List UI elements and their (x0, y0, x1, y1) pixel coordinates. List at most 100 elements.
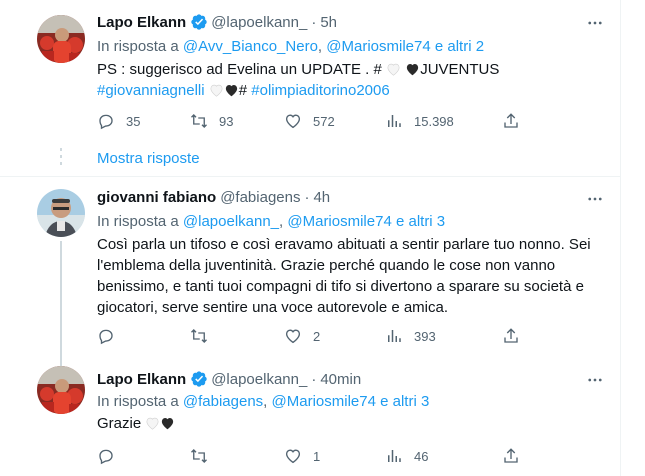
white-heart-icon (146, 417, 159, 430)
like-button[interactable]: 1 (284, 446, 320, 466)
tweet-3[interactable]: Lapo Elkann @lapoelkann_ · 40min In risp… (0, 354, 620, 476)
views-icon (388, 115, 401, 127)
reply-icon (99, 329, 113, 345)
retweet-icon (191, 449, 207, 463)
display-name[interactable]: giovanni fabiano (97, 189, 216, 206)
reply-context: In risposta a @lapoelkann_, @Mariosmile7… (97, 213, 446, 230)
white-heart-icon (210, 84, 223, 97)
retweet-icon (191, 114, 207, 128)
like-icon (285, 329, 301, 344)
more-icon[interactable] (583, 13, 607, 33)
share-icon (504, 113, 518, 128)
avatar[interactable] (37, 366, 85, 414)
like-icon (285, 114, 301, 129)
user-handle[interactable]: @lapoelkann_ (211, 14, 307, 31)
share-button[interactable] (502, 446, 520, 466)
tweet-text-line: giocatori, serve sentire una voce autore… (97, 299, 449, 316)
more-icon[interactable] (583, 189, 607, 209)
more-icon[interactable] (583, 370, 607, 390)
display-name[interactable]: Lapo Elkann (97, 371, 186, 388)
retweet-button[interactable] (190, 446, 208, 466)
views-count: 15.398 (414, 113, 454, 129)
tweet-header: Lapo Elkann @lapoelkann_ · 40min (97, 370, 361, 388)
timeline: Lapo Elkann @lapoelkann_ · 5h In rispost… (0, 0, 645, 476)
avatar[interactable] (37, 15, 85, 63)
like-count: 1 (313, 448, 321, 464)
retweet-count: 93 (219, 113, 234, 129)
tweet-text: Così parla un tifoso e così eravamo abit… (97, 234, 607, 318)
tweet-text: Grazie (97, 413, 607, 434)
reply-mention[interactable]: @Mariosmile74 e altri 2 (326, 38, 484, 55)
timestamp[interactable]: 5h (320, 14, 337, 31)
retweet-button[interactable] (190, 326, 208, 346)
reply-prefix: In risposta a (97, 38, 179, 55)
views-icon (388, 330, 401, 342)
avatar[interactable] (37, 189, 85, 237)
reply-mention[interactable]: @Avv_Bianco_Nero (183, 38, 318, 55)
tweet-header: Lapo Elkann @lapoelkann_ · 5h (97, 13, 337, 31)
hashtag-link[interactable]: #giovanniagnelli (97, 82, 205, 99)
separator: · (311, 370, 317, 388)
show-replies-link[interactable]: Mostra risposte (97, 150, 200, 167)
tweet-actions: 1 46 (97, 446, 527, 466)
tweet-text-line: benissimo, e tanti tuoi compagni di tifo… (97, 278, 584, 295)
retweet-icon (191, 329, 207, 343)
tweet-text-part: JUVENTUS (420, 61, 500, 78)
reply-context: In risposta a @fabiagens, @Mariosmile74 … (97, 393, 430, 410)
black-heart-icon (225, 85, 237, 97)
tweet-text-line: l'emblema della juventinità. Grazie perc… (97, 257, 556, 274)
timestamp[interactable]: 40min (320, 371, 361, 388)
black-heart-icon (407, 64, 419, 76)
user-handle[interactable]: @fabiagens (220, 189, 300, 206)
timestamp[interactable]: 4h (313, 189, 330, 206)
tweet-1[interactable]: Lapo Elkann @lapoelkann_ · 5h In rispost… (0, 0, 620, 143)
reply-mention[interactable]: @Mariosmile74 e altri 3 (272, 393, 430, 410)
tweet-text-part: # (238, 82, 248, 99)
tweet-text-part: Grazie (97, 415, 142, 432)
tweet-actions: 35 93 572 15.398 (97, 111, 527, 131)
share-icon (504, 328, 518, 343)
like-button[interactable]: 572 (284, 111, 335, 131)
tweet-header: giovanni fabiano @fabiagens · 4h (97, 189, 330, 206)
views-button[interactable]: 393 (385, 326, 436, 346)
verified-badge-icon (190, 370, 208, 388)
reply-button[interactable]: 35 (97, 111, 140, 131)
display-name[interactable]: Lapo Elkann (97, 14, 186, 31)
user-handle[interactable]: @lapoelkann_ (211, 371, 307, 388)
tweet-text: PS : suggerisco ad Evelina un UPDATE . #… (97, 59, 607, 101)
black-heart-icon (162, 418, 174, 430)
thread-connector (60, 148, 62, 169)
views-count: 393 (414, 328, 436, 344)
reply-mention[interactable]: @lapoelkann_ (183, 213, 279, 230)
views-icon (388, 450, 401, 462)
reply-icon (99, 114, 113, 130)
reply-mention[interactable]: @fabiagens (183, 393, 263, 410)
tweet-text-part: PS : suggerisco ad Evelina un UPDATE . # (97, 61, 382, 78)
views-count: 46 (414, 448, 429, 464)
hashtag-link[interactable]: #olimpiaditorino2006 (251, 82, 389, 99)
reply-icon (99, 449, 113, 465)
reply-prefix: In risposta a (97, 213, 179, 230)
separator: · (311, 13, 317, 31)
share-button[interactable] (502, 111, 520, 131)
like-count: 572 (313, 113, 335, 129)
column-border (620, 0, 621, 476)
tweet-2[interactable]: giovanni fabiano @fabiagens · 4h In risp… (0, 177, 620, 366)
reply-prefix: In risposta a (97, 393, 179, 410)
share-button[interactable] (502, 326, 520, 346)
thread-line (60, 241, 62, 366)
views-button[interactable]: 46 (385, 446, 428, 466)
reply-button[interactable] (97, 326, 115, 346)
reply-button[interactable] (97, 446, 115, 466)
tweet-actions: 2 393 (97, 326, 527, 346)
like-icon (285, 449, 301, 464)
retweet-button[interactable]: 93 (190, 111, 233, 131)
views-button[interactable]: 15.398 (385, 111, 454, 131)
like-button[interactable]: 2 (284, 326, 320, 346)
reply-count: 35 (126, 113, 141, 129)
reply-context: In risposta a @Avv_Bianco_Nero, @Mariosm… (97, 38, 485, 55)
like-count: 2 (313, 328, 321, 344)
verified-badge-icon (190, 13, 208, 31)
share-icon (504, 448, 518, 463)
reply-mention[interactable]: @Mariosmile74 e altri 3 (287, 213, 445, 230)
